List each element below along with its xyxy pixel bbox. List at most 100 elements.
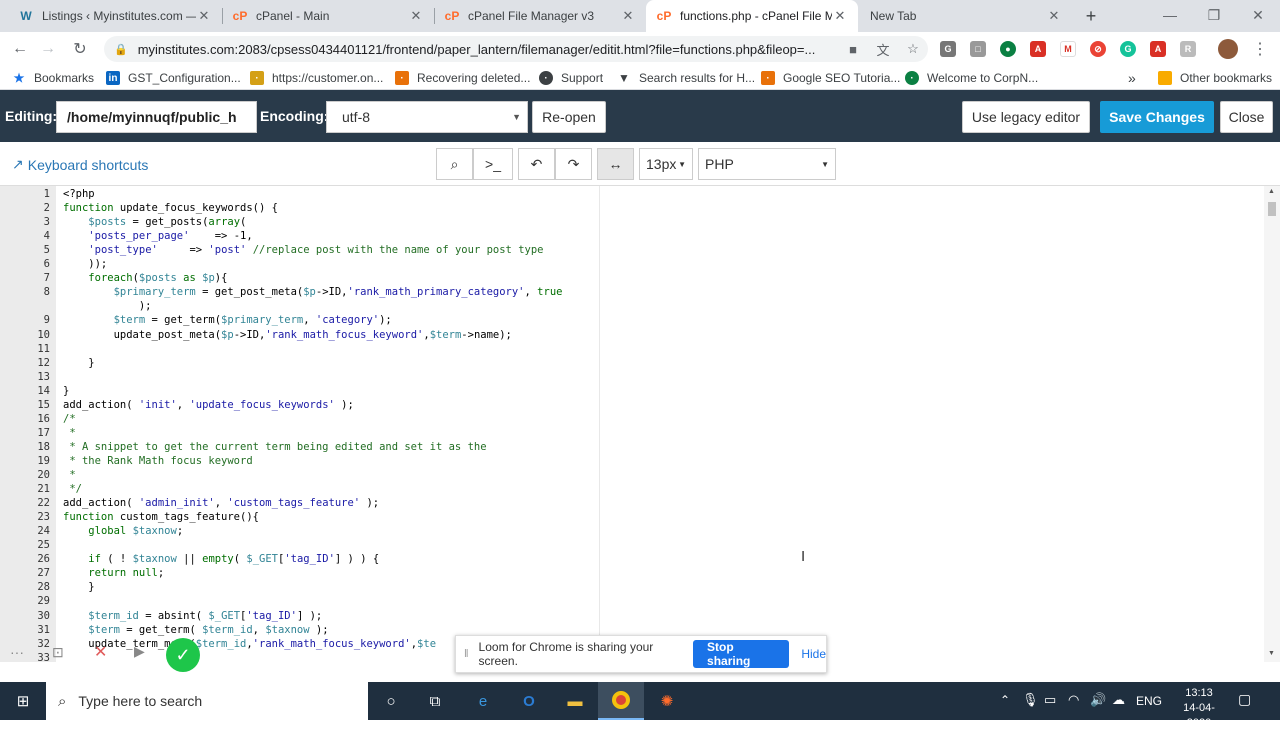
code-line[interactable]: * [63,427,75,439]
bookmark-folder[interactable]: Other bookmarks [1158,69,1272,87]
volume-icon[interactable]: 🔊 [1090,692,1106,708]
bookmark-item[interactable]: ▼ Search results for H... [617,69,755,87]
new-tab-plus-icon[interactable]: + [1080,6,1102,26]
scroll-down-icon[interactable]: ▼ [1268,650,1275,657]
undo-button[interactable]: ↶ [518,148,555,180]
tab-file-manager[interactable]: cP cPanel File Manager v3 ✕ [434,0,646,32]
code-line[interactable]: update_post_meta($p->ID,'rank_math_focus… [63,329,512,341]
code-line[interactable]: * [63,469,75,481]
language-indicator[interactable]: ENG [1136,694,1162,708]
show-hidden-icons-chevron-icon[interactable]: ⌃ [1000,693,1010,707]
code-line[interactable]: $posts = get_posts(array( [63,216,246,228]
file-explorer-icon[interactable]: ▬ [552,682,598,720]
camera-toggle-icon[interactable]: ⊡ [52,644,64,661]
loom-app-icon[interactable]: ✺ [644,682,690,720]
extension-pdf-icon[interactable]: A [1030,41,1046,57]
extension-g-icon[interactable]: G [940,41,956,57]
extension-red-icon[interactable]: ⊘ [1090,41,1106,57]
chrome-icon[interactable] [598,682,644,720]
bookmark-item[interactable]: · Welcome to CorpN... [905,69,1038,87]
bookmark-item[interactable]: · Google SEO Tutoria... [761,69,900,87]
extension-grey-icon[interactable]: R [1180,41,1196,57]
network-icon[interactable]: ▭ [1044,692,1056,708]
microphone-icon[interactable]: 🎙 [1022,692,1039,708]
code-line[interactable]: add_action( 'init', 'update_focus_keywor… [63,399,354,411]
scroll-up-icon[interactable]: ▲ [1268,188,1275,195]
avatar[interactable] [1218,39,1238,59]
save-changes-button[interactable]: Save Changes [1100,101,1214,133]
code-line[interactable]: $term = get_term( $term_id, $taxnow ); [63,624,328,636]
drag-handle-icon[interactable]: ‖ [464,648,469,660]
reopen-button[interactable]: Re-open [532,101,606,133]
code-line[interactable]: foreach($posts as $p){ [63,272,227,284]
minimize-icon[interactable]: — [1148,0,1192,30]
code-line[interactable]: * A snippet to get the current term bein… [63,441,486,453]
outlook-icon[interactable]: O [506,682,552,720]
keyboard-shortcuts-link[interactable]: ↗ Keyboard shortcuts [12,156,148,173]
code-editor[interactable]: 1 2 3 4 5 6 7 8 9 10 11 12 13 14 15 16 17 18 19 20 21 22 23 24 2… [0,186,1280,664]
back-arrow-icon[interactable]: ← [8,38,32,60]
close-icon[interactable]: ✕ [408,8,424,24]
onedrive-icon[interactable]: ☁ [1112,692,1125,708]
bookmark-item[interactable]: ★ Bookmarks [12,69,94,87]
gmail-icon[interactable]: M [1060,41,1076,57]
code-line[interactable]: return null; [63,567,164,579]
task-view-icon[interactable]: ⧉ [412,682,458,720]
scrollbar-thumb[interactable] [1268,202,1276,216]
encoding-select[interactable]: utf-8 ▼ [326,101,528,133]
pause-icon[interactable]: ▶ [134,643,145,660]
url-text[interactable]: myinstitutes.com:2083/cpsess0434401121/f… [138,42,838,57]
tab-listings[interactable]: W Listings ‹ Myinstitutes.com — W ✕ [8,0,222,32]
code-line[interactable]: function custom_tags_feature(){ [63,511,259,523]
close-icon[interactable]: ✕ [196,8,212,24]
finish-recording-check-icon[interactable]: ✓ [166,638,200,672]
font-size-select[interactable]: 13px ▼ [639,148,693,180]
code-line[interactable]: */ [63,483,82,495]
reload-icon[interactable]: ↻ [68,38,92,60]
close-button[interactable]: Close [1220,101,1273,133]
mode-select[interactable]: PHP ▼ [698,148,836,180]
code-line[interactable]: function update_focus_keywords() { [63,202,278,214]
code-line[interactable]: /* [63,413,76,425]
wrap-toggle-button[interactable]: ↔ [597,148,634,180]
code-line[interactable]: add_action( 'admin_init', 'custom_tags_f… [63,497,379,509]
code-line[interactable]: <?php [63,188,95,200]
bookmark-item[interactable]: in GST_Configuration... [106,69,241,87]
more-bookmarks-chevron-icon[interactable]: » [1128,69,1136,87]
code-line[interactable]: $term = get_term($primary_term, 'categor… [63,314,392,326]
bookmark-item[interactable]: · https://customer.on... [250,69,383,87]
tab-new-tab[interactable]: New Tab ✕ [858,0,1072,32]
stop-sharing-button[interactable]: Stop sharing [693,640,790,668]
code-line[interactable]: } [63,385,69,397]
edge-icon[interactable]: e [460,682,506,720]
code-line[interactable]: $term_id = absint( $_GET['tag_ID'] ); [63,610,322,622]
tab-cpanel-main[interactable]: cP cPanel - Main ✕ [222,0,434,32]
redo-button[interactable]: ↷ [555,148,592,180]
vertical-scrollbar[interactable]: ▲ ▼ [1264,186,1280,662]
goto-line-button[interactable]: >_ [473,148,513,180]
code-line[interactable]: } [63,357,94,369]
maximize-icon[interactable]: ❐ [1192,0,1236,30]
tab-functions-php[interactable]: cP functions.php - cPanel File Ma ✕ [646,0,858,32]
window-close-icon[interactable]: ✕ [1236,0,1280,30]
file-path-field[interactable]: /home/myinnuqf/public_h [56,101,257,133]
close-icon[interactable]: ✕ [620,8,636,24]
code-line[interactable]: ); [63,300,152,312]
extension-square-icon[interactable]: □ [970,41,986,57]
code-line[interactable]: )); [63,258,107,270]
code-line[interactable]: * the Rank Math focus keyword [63,455,252,467]
wifi-icon[interactable]: ◠ [1068,692,1079,708]
code-line[interactable]: } [63,581,94,593]
acrobat-icon[interactable]: A [1150,41,1166,57]
use-legacy-editor-button[interactable]: Use legacy editor [962,101,1090,133]
bookmark-item[interactable]: · Recovering deleted... [395,69,530,87]
code-line[interactable]: global $taxnow; [63,525,183,537]
more-dots-icon[interactable]: ··· [10,644,24,660]
cancel-recording-icon[interactable]: ✕ [94,642,107,662]
menu-dots-icon[interactable]: ⋮ [1250,39,1270,59]
search-button[interactable]: ⌕ [436,148,473,180]
code-line[interactable]: 'post_type' => 'post' //replace post wit… [63,244,543,256]
grammarly-icon[interactable]: G [1120,41,1136,57]
extension-green-icon[interactable]: ● [1000,41,1016,57]
forward-arrow-icon[interactable]: → [36,38,60,60]
